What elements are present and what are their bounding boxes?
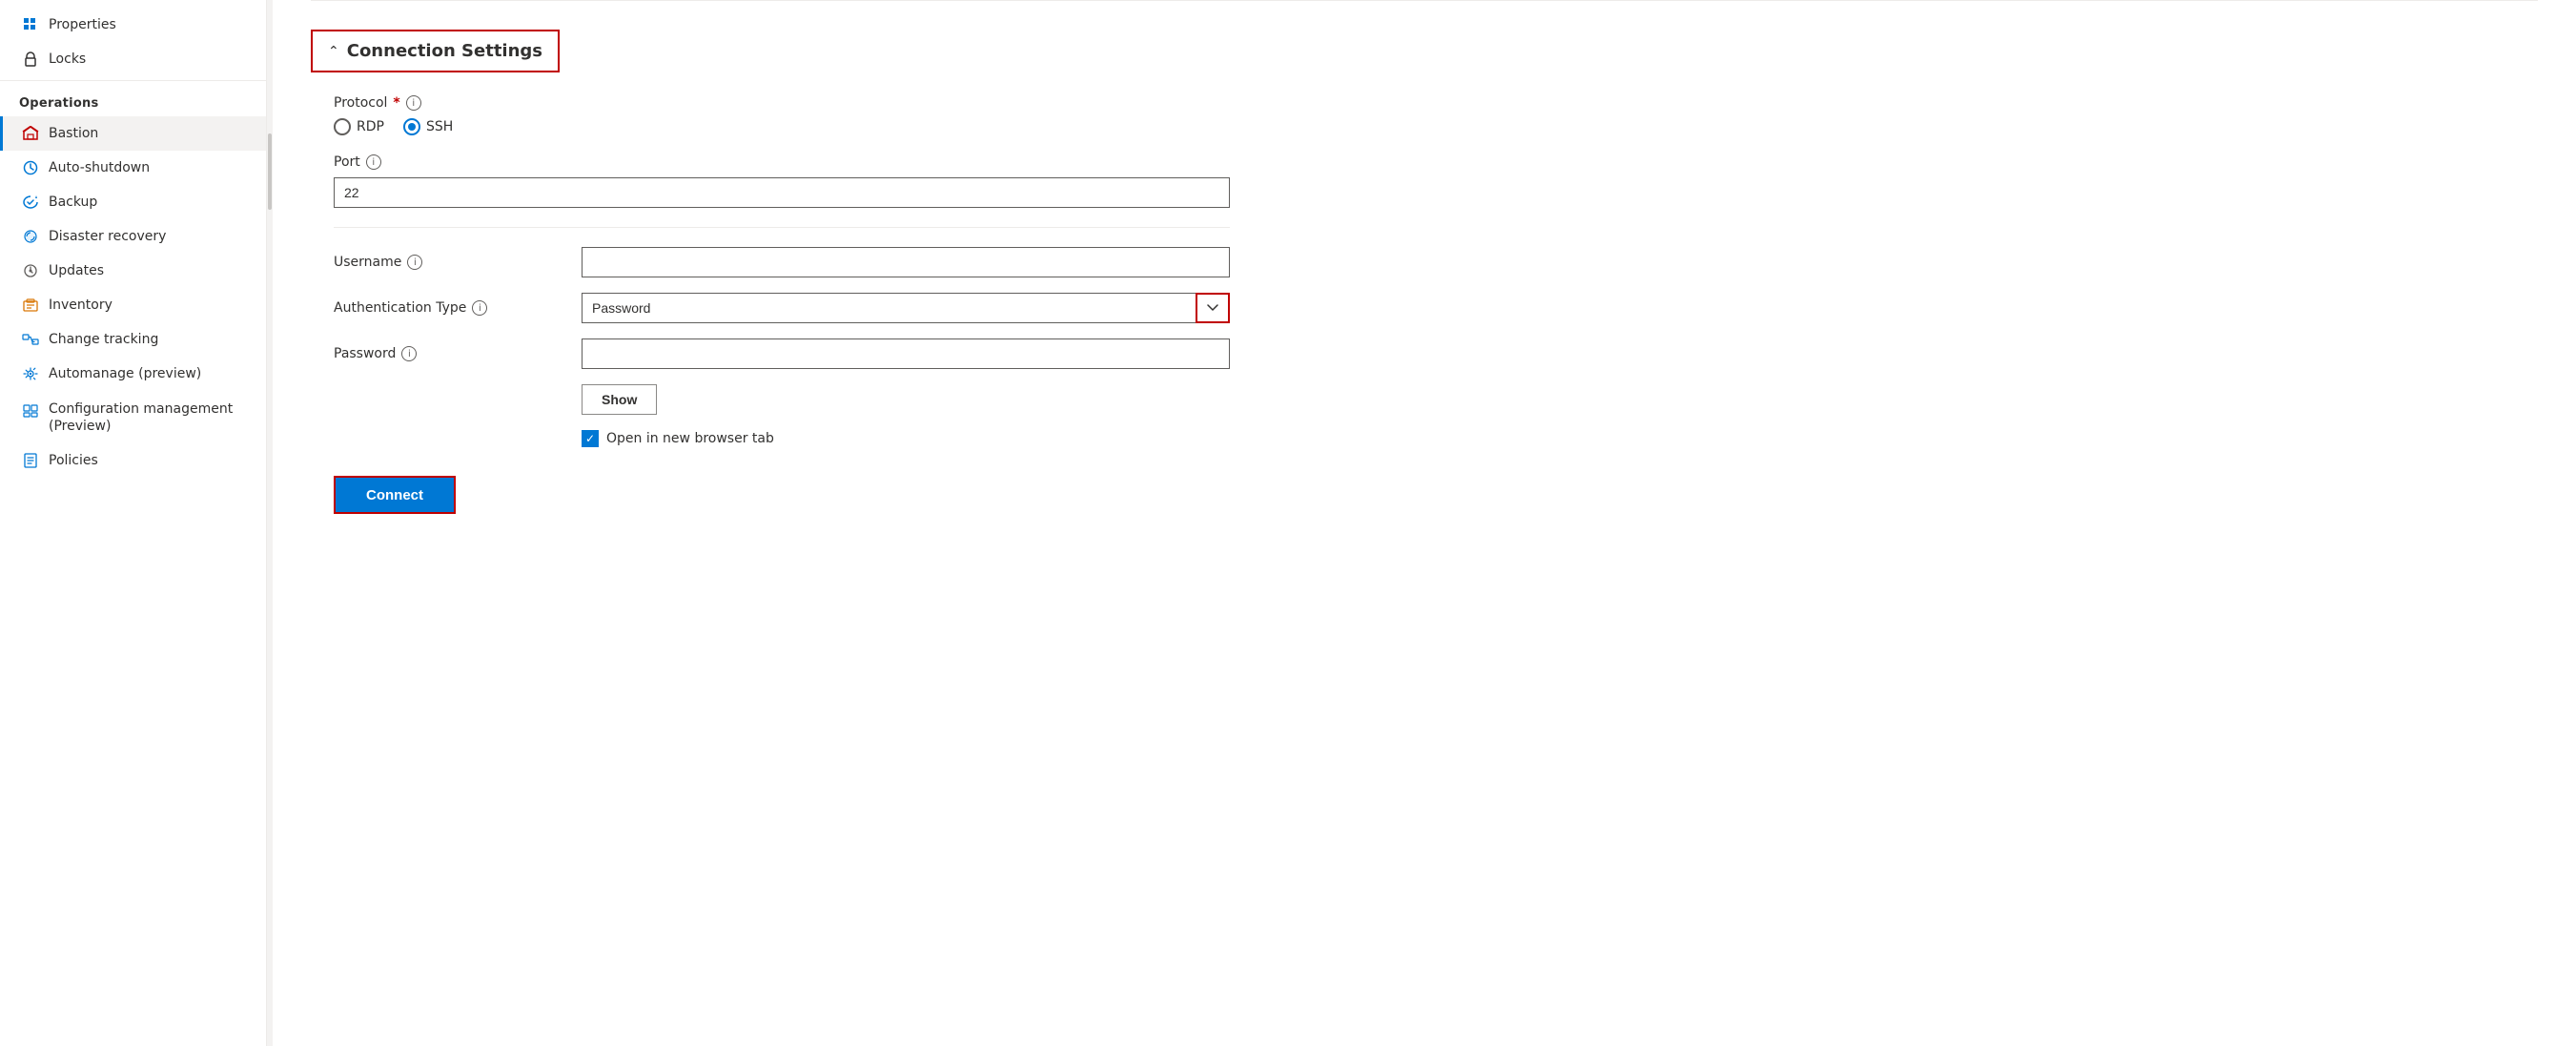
policies-icon — [22, 452, 39, 469]
sidebar-item-label: Disaster recovery — [49, 229, 166, 244]
ssh-radio[interactable]: SSH — [403, 118, 453, 135]
sidebar-item-label: Updates — [49, 263, 104, 278]
sidebar-item-config-management[interactable]: Configuration management (Preview) — [0, 391, 266, 443]
open-new-tab-label: Open in new browser tab — [606, 431, 774, 446]
form-divider — [334, 227, 1230, 228]
sidebar-item-backup[interactable]: Backup — [0, 185, 266, 219]
chevron-up-icon: ⌃ — [328, 44, 339, 59]
port-label: Port i — [334, 154, 2538, 170]
connection-settings-header[interactable]: ⌃ Connection Settings — [311, 30, 560, 72]
sidebar-item-disaster-recovery[interactable]: Disaster recovery — [0, 219, 266, 254]
open-new-tab-wrapper: ✓ Open in new browser tab — [582, 430, 2538, 447]
port-input[interactable] — [334, 177, 1230, 208]
sidebar-item-label: Bastion — [49, 126, 98, 141]
show-button[interactable]: Show — [582, 384, 657, 415]
updates-icon — [22, 262, 39, 279]
password-input-wrapper — [582, 338, 1230, 369]
auth-type-row: Authentication Type i Password SSH Priva… — [334, 293, 1230, 323]
top-divider — [311, 0, 2538, 1]
main-content: ⌃ Connection Settings Protocol * i RDP S… — [273, 0, 2576, 1046]
password-row: Password i — [334, 338, 1230, 369]
sidebar-item-properties[interactable]: Properties — [0, 8, 266, 42]
section-title: Connection Settings — [347, 41, 542, 61]
ssh-radio-circle[interactable] — [403, 118, 420, 135]
sidebar-item-change-tracking[interactable]: Change tracking — [0, 322, 266, 357]
show-section: Show ✓ Open in new browser tab — [582, 384, 2538, 447]
form-section: Protocol * i RDP SSH Port i — [311, 95, 2538, 447]
sidebar-item-label: Policies — [49, 453, 98, 468]
checkbox-checkmark: ✓ — [585, 432, 595, 445]
connect-button[interactable]: Connect — [334, 476, 456, 514]
sidebar-item-auto-shutdown[interactable]: Auto-shutdown — [0, 151, 266, 185]
grid-icon — [22, 16, 39, 33]
config-icon — [22, 402, 39, 420]
username-input[interactable] — [582, 247, 1230, 277]
sidebar-item-inventory[interactable]: Inventory — [0, 288, 266, 322]
rdp-radio[interactable]: RDP — [334, 118, 384, 135]
connect-section: Connect — [311, 476, 2538, 514]
username-row: Username i — [334, 247, 1230, 277]
sidebar-item-label: Backup — [49, 195, 97, 210]
open-new-tab-checkbox[interactable]: ✓ — [582, 430, 599, 447]
rdp-label: RDP — [357, 119, 384, 134]
operations-header: Operations — [0, 85, 266, 116]
username-info-icon[interactable]: i — [407, 255, 422, 270]
ssh-label: SSH — [426, 119, 453, 134]
sidebar-item-locks[interactable]: Locks — [0, 42, 266, 76]
change-icon — [22, 331, 39, 348]
protocol-info-icon[interactable]: i — [406, 95, 421, 111]
protocol-label: Protocol * i — [334, 95, 2538, 111]
sidebar-item-bastion[interactable]: Bastion — [0, 116, 266, 151]
sidebar: Properties Locks Operations Bast — [0, 0, 267, 1046]
sidebar-scroll-thumb[interactable] — [268, 133, 272, 210]
username-label: Username i — [334, 255, 582, 270]
password-info-icon[interactable]: i — [401, 346, 417, 361]
disaster-icon — [22, 228, 39, 245]
rdp-radio-circle[interactable] — [334, 118, 351, 135]
sidebar-item-updates[interactable]: Updates — [0, 254, 266, 288]
required-star: * — [393, 95, 399, 111]
password-label: Password i — [334, 346, 582, 361]
lock-icon — [22, 51, 39, 68]
inventory-icon — [22, 297, 39, 314]
sidebar-item-automanage[interactable]: Automanage (preview) — [0, 357, 266, 391]
password-input[interactable] — [582, 338, 1230, 369]
auth-type-select[interactable]: Password SSH Private Key — [582, 293, 1230, 323]
port-group: Port i — [334, 154, 2538, 208]
sidebar-divider — [0, 80, 266, 81]
automanage-icon — [22, 365, 39, 382]
autoshutdown-icon — [22, 159, 39, 176]
sidebar-item-label: Inventory — [49, 297, 112, 313]
sidebar-item-label: Auto-shutdown — [49, 160, 150, 175]
protocol-radio-group: RDP SSH — [334, 118, 2538, 135]
auth-type-info-icon[interactable]: i — [472, 300, 487, 316]
sidebar-scrollbar[interactable] — [267, 0, 273, 1046]
sidebar-item-label: Configuration management (Preview) — [49, 400, 247, 435]
sidebar-item-label: Change tracking — [49, 332, 158, 347]
bastion-icon — [22, 125, 39, 142]
auth-type-label: Authentication Type i — [334, 300, 582, 316]
sidebar-item-label: Automanage (preview) — [49, 366, 201, 381]
protocol-group: Protocol * i RDP SSH — [334, 95, 2538, 135]
sidebar-item-label: Properties — [49, 17, 116, 32]
backup-icon — [22, 194, 39, 211]
auth-type-dropdown-wrapper: Password SSH Private Key — [582, 293, 1230, 323]
sidebar-item-label: Locks — [49, 51, 86, 67]
sidebar-item-policies[interactable]: Policies — [0, 443, 266, 478]
username-input-wrapper — [582, 247, 1230, 277]
port-info-icon[interactable]: i — [366, 154, 381, 170]
